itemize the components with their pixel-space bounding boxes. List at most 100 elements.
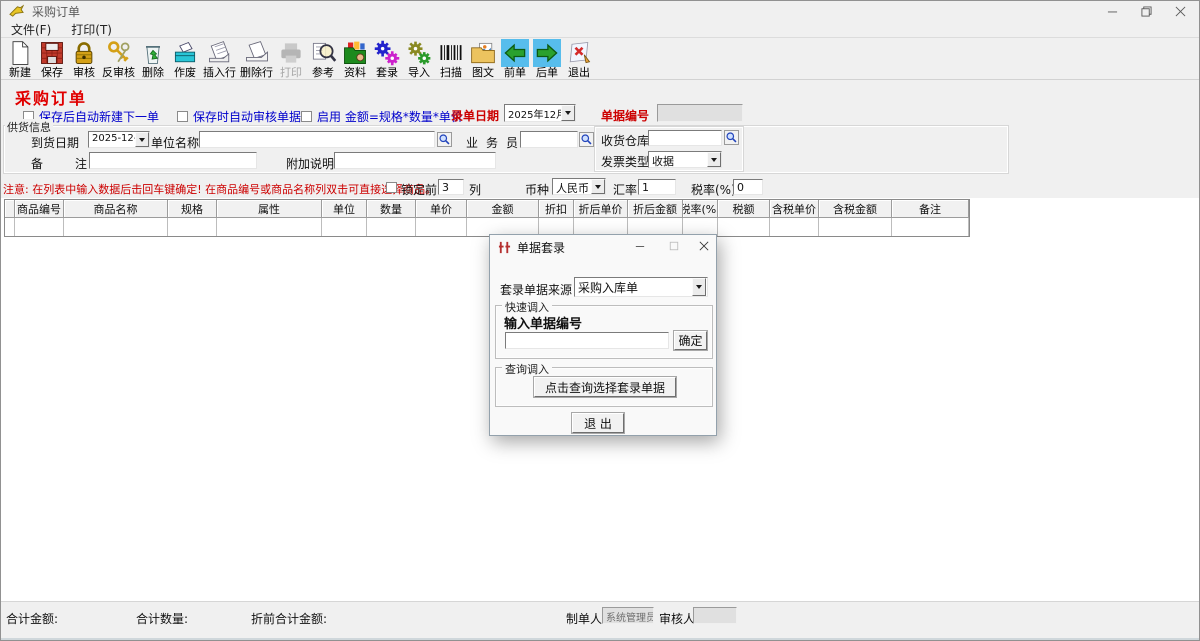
toolbar-button-delete-row[interactable]: 删除行 (238, 38, 275, 80)
toolbar-button-import[interactable]: 导入 (403, 38, 435, 80)
toolbar-button-audit[interactable]: 审核 (68, 38, 100, 80)
keys-icon (105, 39, 133, 67)
menu-file[interactable]: 文件(F) (1, 21, 61, 38)
currency-label: 币种 (525, 181, 549, 198)
column-header-taxed-amount[interactable]: 含税金额 (819, 200, 892, 218)
toolbar-button-image-text[interactable]: 图文 (467, 38, 499, 80)
column-header-product-code[interactable]: 商品编号 (15, 200, 64, 218)
dialog-close-icon[interactable] (692, 237, 716, 255)
insert-row-icon (206, 39, 234, 67)
barcode-icon (437, 39, 465, 67)
warehouse-lookup-icon[interactable] (724, 130, 739, 145)
column-header-taxed-price[interactable]: 含税单价 (770, 200, 819, 218)
column-header-amount[interactable]: 金额 (467, 200, 539, 218)
auto-audit-checkbox[interactable] (177, 111, 188, 122)
dialog-minimize-icon[interactable] (628, 237, 652, 255)
tax-rate-label: 税率(%) (691, 181, 736, 198)
salesman-input[interactable] (520, 131, 578, 148)
table-header-row: 商品编号 商品名称 规格 属性 单位 数量 单价 金额 折扣 折后单价 折后金额… (5, 200, 969, 218)
arrival-date-dropdown-icon[interactable] (135, 132, 149, 147)
enable-formula-checkbox-label: 启用 金额=规格*数量*单价 (317, 108, 463, 125)
column-header-quantity[interactable]: 数量 (367, 200, 416, 218)
arrow-left-icon (501, 39, 529, 67)
source-dropdown-icon[interactable] (692, 278, 706, 296)
toolbar-button-exit[interactable]: 退出 (563, 38, 595, 80)
unit-name-lookup-icon[interactable] (437, 132, 452, 147)
table-cell[interactable] (819, 218, 892, 236)
lock-icon (70, 39, 98, 67)
toolbar-button-scan[interactable]: 扫描 (435, 38, 467, 80)
table-cell[interactable] (64, 218, 168, 236)
window-title: 采购订单 (32, 3, 80, 20)
table-cell[interactable] (168, 218, 217, 236)
tax-rate-input[interactable]: 0 (733, 179, 763, 195)
exchange-rate-input[interactable]: 1 (638, 179, 676, 195)
printer-icon (277, 39, 305, 67)
query-select-button[interactable]: 点击查询选择套录单据 (534, 377, 676, 397)
table-cell[interactable] (892, 218, 969, 236)
dialog-icon (498, 241, 511, 254)
table-cell[interactable] (5, 218, 15, 236)
toolbar-button-insert-row[interactable]: 插入行 (201, 38, 238, 80)
lock-columns-input[interactable]: 3 (438, 179, 464, 195)
column-header-spec[interactable]: 规格 (168, 200, 217, 218)
table-cell[interactable] (718, 218, 770, 236)
exit-button[interactable]: 退 出 (572, 413, 624, 433)
column-header-attribute[interactable]: 属性 (217, 200, 322, 218)
invoice-type-label: 发票类型 (601, 153, 649, 170)
supplier-info-legend: 供货信息 (5, 119, 53, 135)
column-header-product-name[interactable]: 商品名称 (64, 200, 168, 218)
column-header-tax-rate[interactable]: 税率(%) (683, 200, 718, 218)
toolbar-button-data[interactable]: 资料 (339, 38, 371, 80)
warehouse-input[interactable] (648, 130, 722, 146)
query-load-legend: 查询调入 (502, 361, 552, 377)
table-cell[interactable] (15, 218, 64, 236)
toolbar-button-next[interactable]: 后单 (531, 38, 563, 80)
table-cell[interactable] (770, 218, 819, 236)
toolbar-button-reference[interactable]: 参考 (307, 38, 339, 80)
total-amount-label: 合计金额: (6, 610, 58, 627)
restore-icon[interactable] (1129, 1, 1163, 21)
picture-folder-icon (469, 39, 497, 67)
column-header-discounted-amount[interactable]: 折后金额 (628, 200, 683, 218)
input-doc-no-heading: 输入单据编号 (504, 313, 582, 332)
toolbar-button-void[interactable]: 作废 (169, 38, 201, 80)
toolbar-button-delete[interactable]: 删除 (137, 38, 169, 80)
confirm-button[interactable]: 确定 (674, 331, 707, 350)
table-cell[interactable] (416, 218, 467, 236)
doc-no-entry-input[interactable] (505, 332, 669, 349)
column-header-unit[interactable]: 单位 (322, 200, 367, 218)
toolbar-button-new[interactable]: 新建 (4, 38, 36, 80)
unit-name-input[interactable] (199, 131, 435, 148)
remark-input[interactable] (89, 152, 257, 169)
lock-columns-checkbox[interactable] (386, 182, 397, 193)
minimize-icon[interactable] (1095, 1, 1129, 21)
invoice-type-dropdown-icon[interactable] (707, 152, 721, 167)
dialog-title: 单据套录 (517, 239, 565, 256)
close-icon[interactable] (1163, 1, 1197, 21)
column-header-note[interactable]: 备注 (892, 200, 969, 218)
source-combo[interactable]: 采购入库单 (574, 277, 708, 297)
column-header-tax-amount[interactable]: 税额 (718, 200, 770, 218)
column-header-discounted-price[interactable]: 折后单价 (574, 200, 628, 218)
column-header-discount[interactable]: 折扣 (539, 200, 574, 218)
menu-print[interactable]: 打印(T) (61, 21, 122, 38)
record-date-dropdown-icon[interactable] (561, 105, 575, 121)
items-table: 商品编号 商品名称 规格 属性 单位 数量 单价 金额 折扣 折后单价 折后金额… (4, 199, 970, 237)
table-cell[interactable] (217, 218, 322, 236)
toolbar-button-unaudit[interactable]: 反审核 (100, 38, 137, 80)
toolbar-button-template[interactable]: 套录 (371, 38, 403, 80)
toolbar-button-previous[interactable]: 前单 (499, 38, 531, 80)
toolbar-button-save[interactable]: 保存 (36, 38, 68, 80)
table-cell[interactable] (367, 218, 416, 236)
table-cell[interactable] (322, 218, 367, 236)
enable-formula-checkbox[interactable] (301, 111, 312, 122)
new-document-icon (6, 39, 34, 67)
salesman-lookup-icon[interactable] (579, 132, 594, 147)
auto-new-checkbox-label: 保存后自动新建下一单 (39, 108, 159, 125)
extra-note-input[interactable] (334, 152, 496, 169)
column-header-selector[interactable] (5, 200, 15, 218)
exit-icon (565, 39, 593, 67)
column-header-price[interactable]: 单价 (416, 200, 467, 218)
currency-dropdown-icon[interactable] (591, 179, 605, 194)
